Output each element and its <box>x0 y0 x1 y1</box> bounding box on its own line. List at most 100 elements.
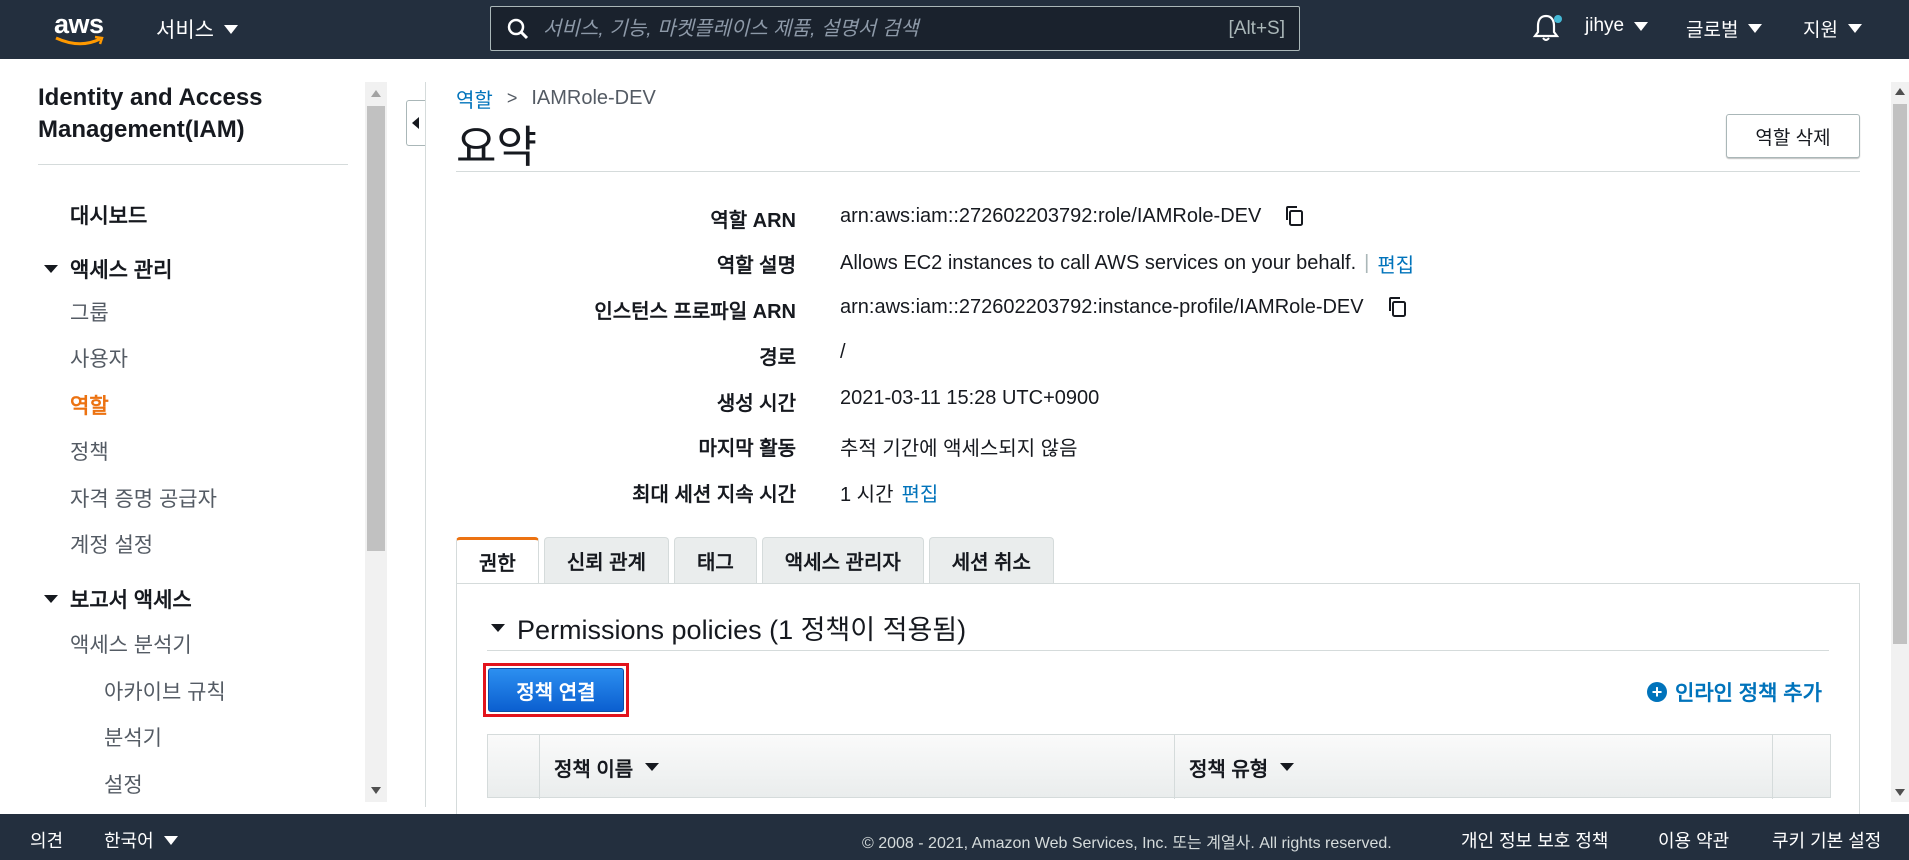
attach-policy-highlight: 정책 연결 <box>483 663 629 717</box>
copy-icon[interactable] <box>1386 295 1410 319</box>
sidebar-item-analyzers[interactable]: 분석기 <box>104 722 162 752</box>
add-inline-policy-link[interactable]: + 인라인 정책 추가 <box>1647 677 1822 707</box>
notifications-button[interactable] <box>1532 12 1562 47</box>
tab-permissions[interactable]: 권한 <box>456 537 539 583</box>
privacy-policy-link[interactable]: 개인 정보 보호 정책 <box>1461 827 1608 853</box>
summary-row-max-session: 최대 세션 지속 시간 1 시간 편집 <box>426 478 1826 508</box>
scroll-up-icon[interactable] <box>371 90 381 97</box>
summary-value: arn:aws:iam::272602203792:role/IAMRole-D… <box>840 204 1307 228</box>
scroll-down-icon[interactable] <box>1895 789 1905 796</box>
summary-label: 마지막 활동 <box>698 438 796 460</box>
sidebar: Identity and Access Management(IAM) 대시보드… <box>0 59 365 814</box>
support-menu[interactable]: 지원 <box>1803 15 1862 42</box>
sidebar-group-label: 액세스 관리 <box>70 259 173 282</box>
plus-circle-icon: + <box>1647 682 1667 702</box>
language-label: 한국어 <box>104 831 154 851</box>
sidebar-item-groups[interactable]: 그룹 <box>70 297 109 327</box>
sidebar-item-roles[interactable]: 역할 <box>70 390 109 420</box>
summary-row-last-activity: 마지막 활동 추적 기간에 액세스되지 않음 <box>426 432 1826 462</box>
sidebar-group-access-management[interactable]: 액세스 관리 <box>44 254 172 284</box>
sidebar-item-identity-providers[interactable]: 자격 증명 공급자 <box>70 483 217 513</box>
terms-link[interactable]: 이용 약관 <box>1658 827 1729 853</box>
summary-value: 1 시간 편집 <box>840 478 938 507</box>
scrollbar-thumb[interactable] <box>1893 104 1907 644</box>
policies-table-header: 정책 이름 정책 유형 <box>487 734 1831 799</box>
scroll-up-icon[interactable] <box>1895 88 1905 95</box>
global-search[interactable]: [Alt+S] <box>490 6 1300 51</box>
scroll-down-icon[interactable] <box>371 787 381 794</box>
aws-logo[interactable]: aws <box>54 11 110 47</box>
sort-icon <box>645 763 660 771</box>
tab-tags[interactable]: 태그 <box>673 537 757 583</box>
breadcrumb: 역할 > IAMRole-DEV <box>456 84 656 113</box>
attach-policy-button[interactable]: 정책 연결 <box>488 668 624 712</box>
chevron-down-icon <box>44 595 58 603</box>
sidebar-item-users[interactable]: 사용자 <box>70 343 128 373</box>
table-select-column <box>488 735 540 799</box>
sidebar-item-settings[interactable]: 설정 <box>104 769 143 799</box>
page-scrollbar[interactable] <box>1891 82 1909 802</box>
chevron-down-icon <box>1748 24 1763 33</box>
max-session-value: 1 시간 <box>840 484 894 506</box>
column-header-policy-name[interactable]: 정책 이름 <box>540 735 1175 799</box>
permissions-policies-title: Permissions policies (1 정책이 적용됨) <box>517 615 967 645</box>
summary-row-creation-time: 생성 시간 2021-03-11 15:28 UTC+0900 <box>426 387 1826 417</box>
main-content: 역할 > IAMRole-DEV 요약 역할 삭제 역할 ARN arn:aws… <box>426 59 1886 823</box>
sidebar-title: Identity and Access Management(IAM) <box>38 84 263 143</box>
edit-max-session-link[interactable]: 편집 <box>901 478 938 507</box>
breadcrumb-roles-link[interactable]: 역할 <box>456 84 493 113</box>
summary-row-description: 역할 설명 Allows EC2 instances to call AWS s… <box>426 249 1826 279</box>
tab-trust-relationships[interactable]: 신뢰 관계 <box>543 537 669 583</box>
breadcrumb-current: IAMRole-DEV <box>531 87 656 109</box>
sidebar-item-account-settings[interactable]: 계정 설정 <box>70 529 153 559</box>
cookie-preferences-link[interactable]: 쿠키 기본 설정 <box>1772 827 1881 853</box>
chevron-down-icon <box>223 24 238 34</box>
sidebar-item-dashboard[interactable]: 대시보드 <box>70 200 147 230</box>
column-header-policy-type[interactable]: 정책 유형 <box>1175 735 1773 799</box>
chevron-right-icon: > <box>506 88 518 108</box>
sidebar-group-access-reports[interactable]: 보고서 액세스 <box>44 584 192 614</box>
copy-icon[interactable] <box>1283 204 1307 228</box>
footer: 의견 한국어 © 2008 - 2021, Amazon Web Service… <box>0 814 1909 860</box>
column-header-label: 정책 유형 <box>1189 758 1269 781</box>
summary-label: 최대 세션 지속 시간 <box>632 484 796 506</box>
feedback-link[interactable]: 의견 <box>30 827 63 853</box>
column-header-label: 정책 이름 <box>554 758 634 781</box>
chevron-down-icon <box>1847 24 1862 33</box>
services-menu[interactable]: 서비스 <box>156 14 238 44</box>
chevron-down-icon <box>163 835 178 845</box>
sidebar-item-archive-rules[interactable]: 아카이브 규칙 <box>104 676 226 706</box>
user-label: jihye <box>1585 15 1625 36</box>
summary-label: 역할 설명 <box>716 255 796 277</box>
sidebar-item-access-analyzer[interactable]: 액세스 분석기 <box>70 629 192 659</box>
sidebar-collapse-button[interactable] <box>406 100 426 146</box>
summary-row-path: 경로 / <box>426 341 1826 371</box>
chevron-down-icon <box>491 623 505 632</box>
delete-role-button[interactable]: 역할 삭제 <box>1726 114 1860 158</box>
tab-access-advisor[interactable]: 액세스 관리자 <box>761 537 924 583</box>
user-menu[interactable]: jihye <box>1585 15 1649 37</box>
permissions-policies-header[interactable]: Permissions policies (1 정책이 적용됨) <box>491 608 966 647</box>
tab-revoke-sessions[interactable]: 세션 취소 <box>928 537 1054 583</box>
search-input[interactable] <box>543 12 1183 46</box>
last-activity-value: 추적 기간에 액세스되지 않음 <box>840 438 1078 460</box>
chevron-down-icon <box>44 265 58 273</box>
permissions-panel: Permissions policies (1 정책이 적용됨) 정책 연결 +… <box>456 583 1860 823</box>
sidebar-group-label: 보고서 액세스 <box>70 589 192 612</box>
aws-smile-icon <box>55 35 104 46</box>
add-inline-policy-label: 인라인 정책 추가 <box>1675 682 1822 705</box>
sidebar-divider <box>38 164 348 165</box>
language-selector[interactable]: 한국어 <box>104 827 178 853</box>
edit-description-link[interactable]: 편집 <box>1377 249 1414 278</box>
search-shortcut-hint: [Alt+S] <box>1228 18 1286 39</box>
sidebar-scrollbar[interactable] <box>365 82 387 802</box>
scrollbar-thumb[interactable] <box>367 106 385 551</box>
top-navigation-bar: aws 서비스 [Alt+S] jihye 글로벌 지원 <box>0 0 1909 59</box>
title-divider <box>456 171 1860 172</box>
summary-label: 역할 ARN <box>710 210 796 232</box>
aws-logo-text: aws <box>54 9 104 39</box>
support-label: 지원 <box>1803 20 1838 41</box>
region-menu[interactable]: 글로벌 <box>1686 15 1763 42</box>
copyright-text: © 2008 - 2021, Amazon Web Services, Inc.… <box>862 835 1392 852</box>
sidebar-item-policies[interactable]: 정책 <box>70 436 109 466</box>
